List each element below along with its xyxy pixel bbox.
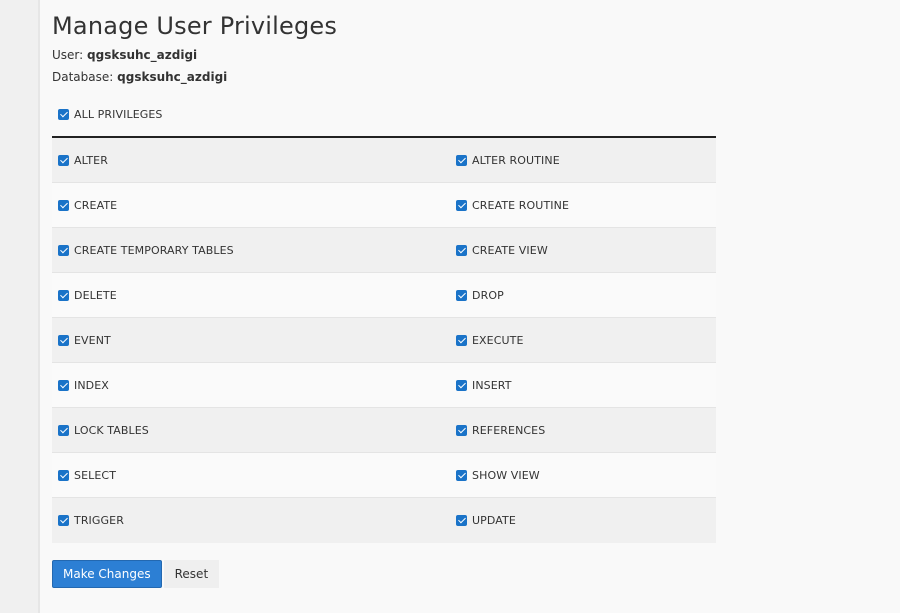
privilege-label[interactable]: UPDATE [472,514,516,527]
privilege-option[interactable]: EVENT [52,334,450,347]
privilege-row: CREATE CREATE ROUTINE [52,183,716,228]
privilege-checkbox[interactable] [456,469,467,481]
main-content: Manage User Privileges User: qgsksuhc_az… [52,0,900,613]
privilege-row: SELECT SHOW VIEW [52,453,716,498]
user-value: qgsksuhc_azdigi [87,48,198,62]
privilege-option[interactable]: EXECUTE [450,334,716,347]
privilege-row: INDEX INSERT [52,363,716,408]
privilege-label[interactable]: CREATE ROUTINE [472,199,569,212]
privilege-checkbox[interactable] [456,154,467,166]
privilege-option[interactable]: LOCK TABLES [52,424,450,437]
privilege-label[interactable]: SHOW VIEW [472,469,540,482]
privilege-checkbox[interactable] [456,334,467,346]
privilege-label[interactable]: DELETE [74,289,117,302]
privilege-option[interactable]: UPDATE [450,514,716,527]
privilege-row: CREATE TEMPORARY TABLES CREATE VIEW [52,228,716,273]
privilege-checkbox[interactable] [58,334,69,346]
database-label: Database: [52,70,114,84]
privilege-row: EVENT EXECUTE [52,318,716,363]
privilege-label[interactable]: CREATE TEMPORARY TABLES [74,244,234,257]
database-line: Database: qgsksuhc_azdigi [52,70,227,84]
reset-button[interactable]: Reset [163,560,220,588]
privilege-label[interactable]: EVENT [74,334,111,347]
privilege-option[interactable]: INSERT [450,379,716,392]
left-sidebar-rail [0,0,40,613]
privilege-checkbox[interactable] [456,424,467,436]
page-title: Manage User Privileges [52,12,338,40]
privilege-checkbox[interactable] [456,379,467,391]
privilege-label[interactable]: LOCK TABLES [74,424,149,437]
privilege-label[interactable]: INSERT [472,379,512,392]
privilege-label[interactable]: ALTER [74,154,108,167]
privilege-option[interactable]: ALTER ROUTINE [450,154,716,167]
user-label: User: [52,48,84,62]
privilege-checkbox[interactable] [58,154,69,166]
privilege-checkbox[interactable] [58,469,69,481]
privilege-option[interactable]: ALTER [52,154,450,167]
all-privileges-label[interactable]: ALL PRIVILEGES [74,108,163,121]
privilege-label[interactable]: DROP [472,289,504,302]
privilege-option[interactable]: REFERENCES [450,424,716,437]
privilege-label[interactable]: INDEX [74,379,109,392]
privilege-checkbox[interactable] [456,515,467,526]
privilege-option[interactable]: INDEX [52,379,450,392]
database-value: qgsksuhc_azdigi [117,70,228,84]
all-privileges-row[interactable]: ALL PRIVILEGES [58,108,163,121]
privilege-option[interactable]: CREATE ROUTINE [450,199,716,212]
privilege-row: DELETE DROP [52,273,716,318]
privilege-label[interactable]: SELECT [74,469,116,482]
privilege-checkbox[interactable] [58,515,69,526]
privilege-option[interactable]: DELETE [52,289,450,302]
privilege-label[interactable]: ALTER ROUTINE [472,154,560,167]
privilege-checkbox[interactable] [58,424,69,436]
privilege-option[interactable]: CREATE TEMPORARY TABLES [52,244,450,257]
privilege-row: LOCK TABLES REFERENCES [52,408,716,453]
privilege-label[interactable]: REFERENCES [472,424,545,437]
action-buttons: Make Changes Reset [52,560,220,588]
privilege-label[interactable]: TRIGGER [74,514,124,527]
privilege-label[interactable]: CREATE VIEW [472,244,548,257]
privilege-option[interactable]: SHOW VIEW [450,469,716,482]
privilege-option[interactable]: SELECT [52,469,450,482]
privilege-checkbox[interactable] [58,289,69,301]
privilege-row: ALTER ALTER ROUTINE [52,138,716,183]
privilege-checkbox[interactable] [456,244,467,256]
user-line: User: qgsksuhc_azdigi [52,48,197,62]
make-changes-button[interactable]: Make Changes [52,560,162,588]
privilege-checkbox[interactable] [456,289,467,301]
privilege-checkbox[interactable] [456,199,467,211]
privilege-label[interactable]: EXECUTE [472,334,524,347]
all-privileges-checkbox[interactable] [58,109,69,120]
privilege-option[interactable]: CREATE VIEW [450,244,716,257]
privilege-checkbox[interactable] [58,244,69,256]
privilege-checkbox[interactable] [58,379,69,391]
privilege-checkbox[interactable] [58,199,69,211]
privileges-table: ALTER ALTER ROUTINE CREATE CREATE ROUTINE CR… [52,136,716,543]
privilege-row: TRIGGER UPDATE [52,498,716,543]
privilege-option[interactable]: TRIGGER [52,514,450,527]
privilege-label[interactable]: CREATE [74,199,117,212]
privilege-option[interactable]: DROP [450,289,716,302]
privilege-option[interactable]: CREATE [52,199,450,212]
